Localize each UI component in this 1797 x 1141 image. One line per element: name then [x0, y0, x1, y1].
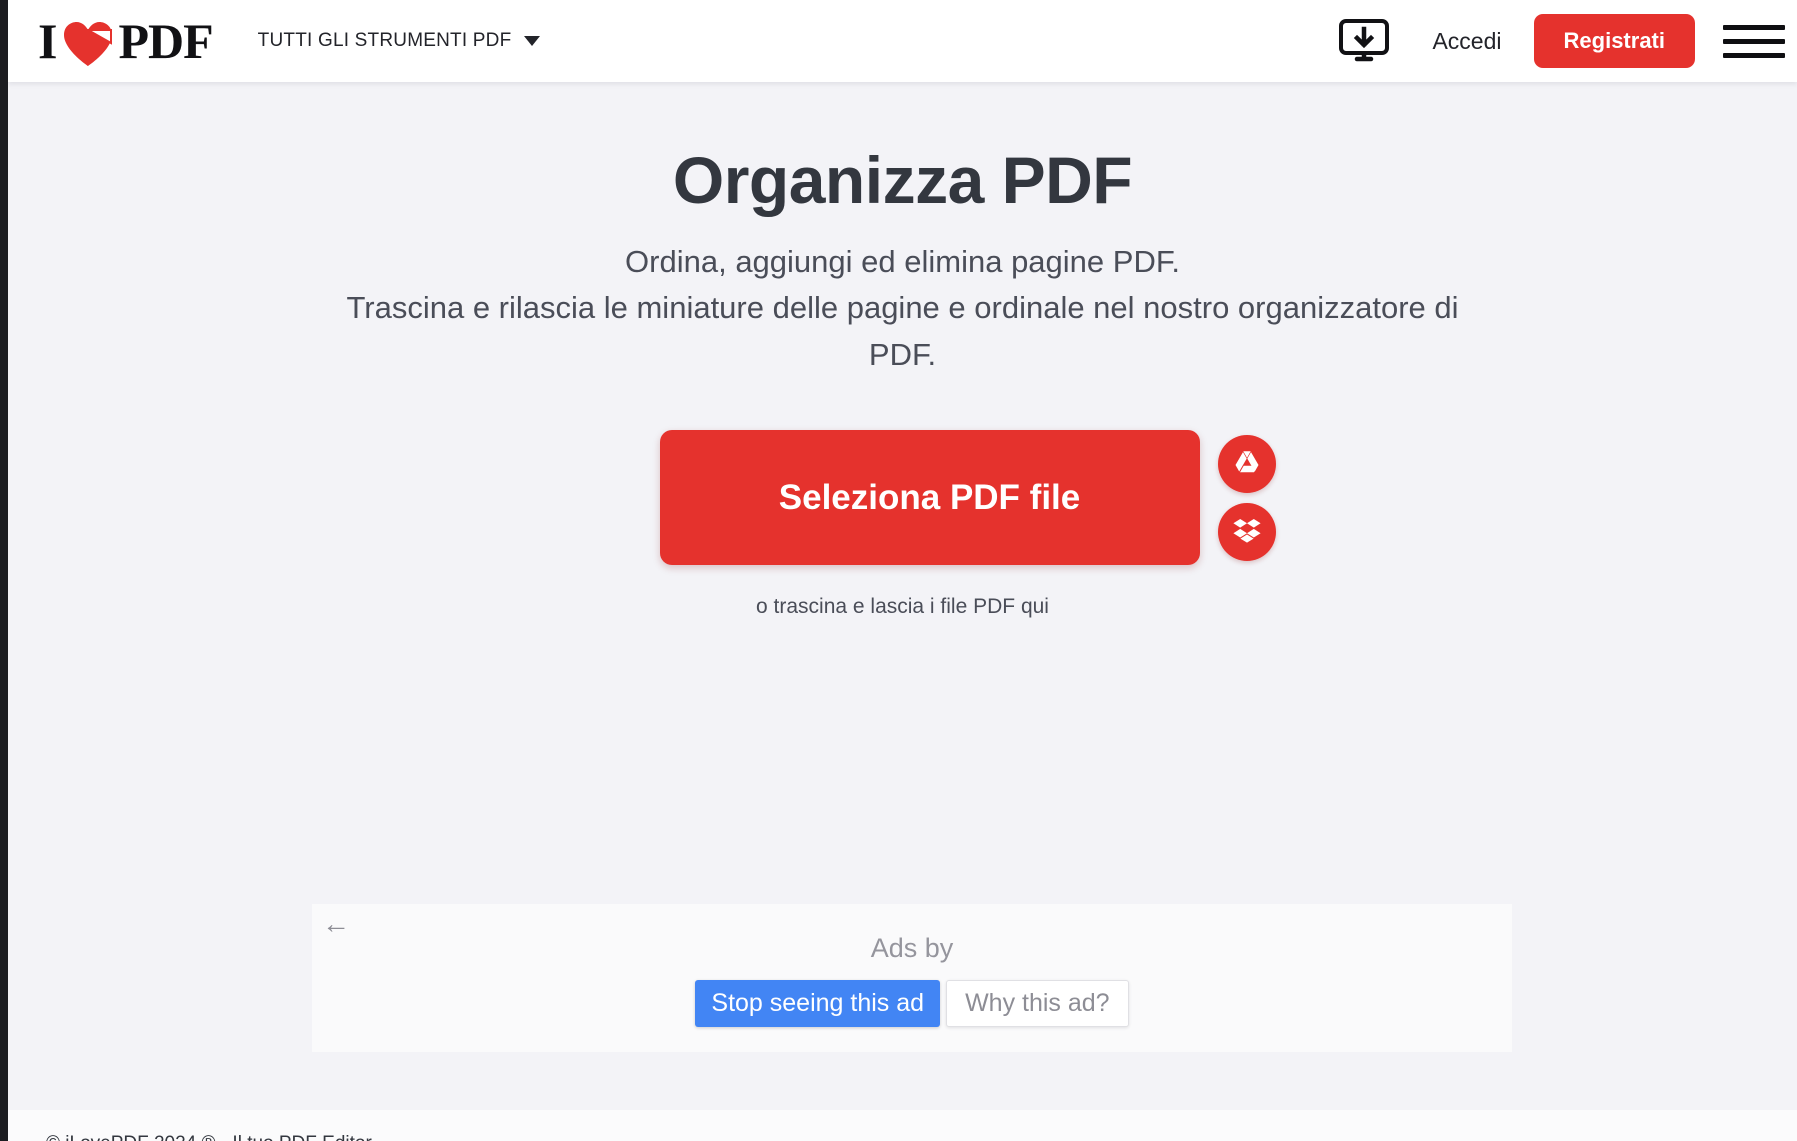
- header-right-actions: Accedi Registrati: [1336, 14, 1797, 68]
- arrow-left-icon[interactable]: ←: [322, 910, 350, 938]
- logo-text-pdf: PDF: [118, 13, 213, 69]
- page-subtitle-line-2: Trascina e rilascia le miniature delle p…: [346, 290, 1459, 372]
- login-link[interactable]: Accedi: [1432, 28, 1501, 55]
- hamburger-bar: [1723, 38, 1785, 44]
- stop-seeing-this-ad-button[interactable]: Stop seeing this ad: [695, 980, 941, 1027]
- why-this-ad-button[interactable]: Why this ad?: [946, 980, 1129, 1027]
- all-pdf-tools-menu[interactable]: TUTTI GLI STRUMENTI PDF: [258, 30, 541, 52]
- ads-by-label: Ads by: [870, 933, 954, 963]
- signup-button[interactable]: Registrati: [1533, 14, 1695, 68]
- main-content: Organizza PDF Ordina, aggiungi ed elimin…: [8, 144, 1797, 619]
- all-pdf-tools-label: TUTTI GLI STRUMENTI PDF: [257, 30, 512, 51]
- hamburger-menu-icon[interactable]: [1723, 24, 1785, 58]
- ilovepdf-logo[interactable]: I PDF: [38, 13, 214, 69]
- google-drive-icon: [1232, 447, 1262, 480]
- heart-icon: [62, 21, 114, 67]
- hamburger-bar: [1723, 24, 1785, 30]
- logo-letter-i: I: [38, 13, 57, 69]
- footer-copyright: © iLovePDF 2024 ® - Il tuo PDF Editor: [46, 1133, 372, 1141]
- advertisement-panel: ← Ads by Stop seeing this ad Why this ad…: [312, 904, 1512, 1052]
- dropbox-upload-button[interactable]: [1217, 502, 1276, 561]
- ad-action-buttons: Stop seeing this ad Why this ad?: [312, 980, 1512, 1027]
- chevron-down-icon: [524, 36, 541, 46]
- browser-window-frame-edge: [0, 0, 8, 1141]
- dropbox-icon: [1232, 515, 1262, 548]
- drag-drop-hint: o trascina e lascia i file PDF qui: [756, 595, 1049, 619]
- cloud-upload-buttons: [1217, 434, 1276, 561]
- select-pdf-file-button[interactable]: Seleziona PDF file: [659, 430, 1200, 566]
- monitor-download-icon[interactable]: [1336, 17, 1392, 65]
- page-subtitle-line-1: Ordina, aggiungi ed elimina pagine PDF.: [625, 243, 1180, 279]
- hamburger-bar: [1723, 52, 1785, 58]
- page-surface: I PDF TUTTI GLI STRUMENTI PDF Accedi Reg…: [8, 0, 1797, 1141]
- page-subtitle: Ordina, aggiungi ed elimina pagine PDF. …: [343, 239, 1463, 379]
- page-title: Organizza PDF: [672, 143, 1133, 217]
- site-header: I PDF TUTTI GLI STRUMENTI PDF Accedi Reg…: [8, 0, 1797, 82]
- google-drive-upload-button[interactable]: [1217, 434, 1276, 493]
- file-uploader: Seleziona PDF file: [8, 430, 1797, 566]
